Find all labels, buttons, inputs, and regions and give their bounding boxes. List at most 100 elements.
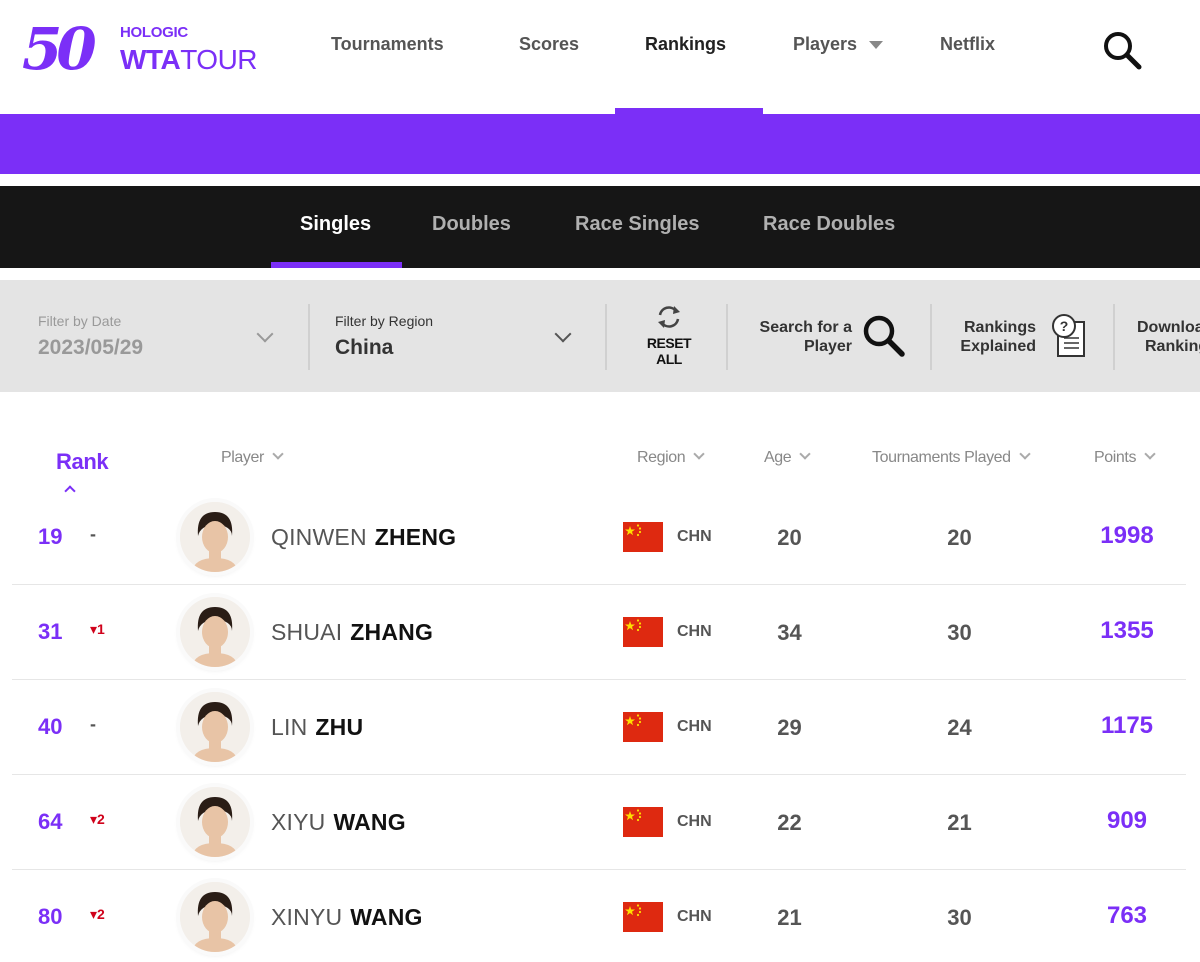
tournaments-played: 20 (947, 525, 972, 550)
reset-label-line2: ALL (656, 351, 682, 367)
player-avatar[interactable] (180, 502, 250, 572)
document-help-icon: ? (1052, 314, 1085, 357)
rank-movement: ▾1 (90, 621, 105, 637)
tab-race-doubles[interactable]: Race Doubles (763, 213, 895, 236)
header-region[interactable]: Region (637, 448, 705, 467)
nav-netflix[interactable]: Netflix (940, 34, 995, 55)
player-name[interactable]: LIN ZHU (271, 714, 363, 741)
player-last-name: WANG (333, 809, 406, 835)
player-name[interactable]: XIYU WANG (271, 809, 406, 836)
nav-tournaments[interactable]: Tournaments (331, 34, 444, 55)
points-value: 1175 (1100, 712, 1154, 739)
logo-wta: WTA (120, 44, 181, 75)
rankings-explained-line2: Explained (960, 338, 1036, 355)
tab-doubles[interactable]: Doubles (432, 213, 511, 236)
china-flag-icon (623, 522, 663, 552)
header-region-label: Region (637, 449, 686, 466)
player-name[interactable]: QINWEN ZHENG (271, 524, 456, 551)
points-value: 763 (1106, 902, 1148, 929)
filter-bar: Filter by Date 2023/05/29 Filter by Regi… (0, 280, 1200, 392)
player-name[interactable]: SHUAI ZHANG (271, 619, 433, 646)
rankings-subnav: Singles Doubles Race Singles Race Double… (0, 186, 1200, 268)
purple-banner (0, 114, 1200, 174)
rank-movement: ▾2 (90, 906, 105, 922)
tournaments-played: 30 (947, 905, 972, 930)
chevron-down-icon (1144, 448, 1156, 460)
player-avatar[interactable] (180, 692, 250, 762)
player-last-name: ZHU (315, 714, 364, 740)
table-row[interactable]: 80 ▾2 XINYU WANG CHN 21 30 763 (12, 870, 1186, 962)
chevron-down-icon (869, 41, 884, 50)
filter-divider (726, 304, 728, 370)
player-last-name: ZHENG (374, 524, 457, 550)
rank-value: 80 (38, 904, 63, 929)
player-first-name: XIYU (271, 809, 326, 835)
header-points[interactable]: Points (1094, 448, 1156, 467)
rankings-explained-line1: Rankings (963, 319, 1036, 336)
table-row[interactable]: 19 - QINWEN ZHENG CHN 20 20 1998 (12, 490, 1186, 585)
tab-race-singles[interactable]: Race Singles (575, 213, 700, 236)
points-value: 1355 (1100, 617, 1154, 644)
date-filter-value: 2023/05/29 (38, 336, 144, 359)
download-rankings-button[interactable]: Download Rankings (1116, 280, 1200, 392)
search-icon[interactable] (1102, 30, 1142, 70)
chevron-down-icon (799, 448, 811, 460)
download-line1: Download (1137, 319, 1200, 336)
region-filter-value: China (335, 336, 394, 359)
region-filter[interactable]: Filter by Region China (310, 280, 605, 392)
search-player-button[interactable]: Search for a Player (730, 280, 928, 392)
table-row[interactable]: 40 - LIN ZHU CHN 29 24 1175 (12, 680, 1186, 775)
chevron-down-icon (272, 448, 284, 460)
player-avatar[interactable] (180, 597, 250, 667)
player-first-name: XINYU (271, 904, 343, 930)
region-filter-label: Filter by Region (335, 313, 434, 329)
china-flag-icon (623, 617, 663, 647)
player-first-name: LIN (271, 714, 308, 740)
rankings-explained-button[interactable]: Rankings Explained ? (932, 280, 1112, 392)
player-name[interactable]: XINYU WANG (271, 904, 423, 931)
player-age: 22 (777, 810, 802, 835)
header-player[interactable]: Player (221, 448, 284, 467)
date-filter[interactable]: Filter by Date 2023/05/29 (0, 280, 308, 392)
nav-scores[interactable]: Scores (519, 34, 579, 55)
china-flag-icon (623, 712, 663, 742)
nav-players[interactable]: Players (793, 34, 884, 55)
nav-players-label: Players (793, 34, 858, 54)
table-row[interactable]: 64 ▾2 XIYU WANG CHN 22 21 909 (12, 775, 1186, 870)
search-player-line2: Player (803, 338, 852, 355)
header-rank-label: Rank (56, 449, 109, 474)
region-code: CHN (677, 908, 712, 925)
region-code: CHN (677, 528, 712, 545)
region-code: CHN (677, 718, 712, 735)
wta-logo[interactable]: 50 HOLOGIC WTATOUR (22, 16, 272, 86)
download-rankings-label: Download Rankings (1137, 318, 1200, 356)
rank-movement: ▾2 (90, 811, 105, 827)
tab-singles[interactable]: Singles (300, 213, 371, 236)
header-age[interactable]: Age (764, 448, 811, 467)
player-first-name: QINWEN (271, 524, 367, 550)
date-filter-label: Filter by Date (38, 313, 122, 329)
table-row[interactable]: 31 ▾1 SHUAI ZHANG CHN 34 30 1355 (12, 585, 1186, 680)
player-age: 29 (777, 715, 802, 740)
reset-all-button[interactable]: RESET ALL (640, 304, 698, 367)
player-age: 21 (777, 905, 802, 930)
logo-hologic: HOLOGIC (120, 24, 188, 41)
rankings-explained-label: Rankings Explained (950, 318, 1036, 356)
points-value: 909 (1106, 807, 1148, 834)
header-player-label: Player (221, 449, 264, 466)
player-avatar[interactable] (180, 882, 250, 952)
china-flag-icon (623, 902, 663, 932)
rank-value: 31 (38, 619, 63, 644)
header-tournaments[interactable]: Tournaments Played (872, 448, 1031, 467)
tab-active-indicator (271, 262, 402, 268)
logo-fifty: 50 (22, 15, 97, 83)
tournaments-played: 30 (947, 620, 972, 645)
nav-rankings[interactable]: Rankings (645, 34, 726, 55)
rank-value: 19 (38, 524, 63, 549)
svg-text:?: ? (1060, 318, 1069, 334)
refresh-icon (658, 306, 680, 328)
header-age-label: Age (764, 449, 792, 466)
player-avatar[interactable] (180, 787, 250, 857)
search-icon (863, 315, 905, 357)
region-code: CHN (677, 623, 712, 640)
